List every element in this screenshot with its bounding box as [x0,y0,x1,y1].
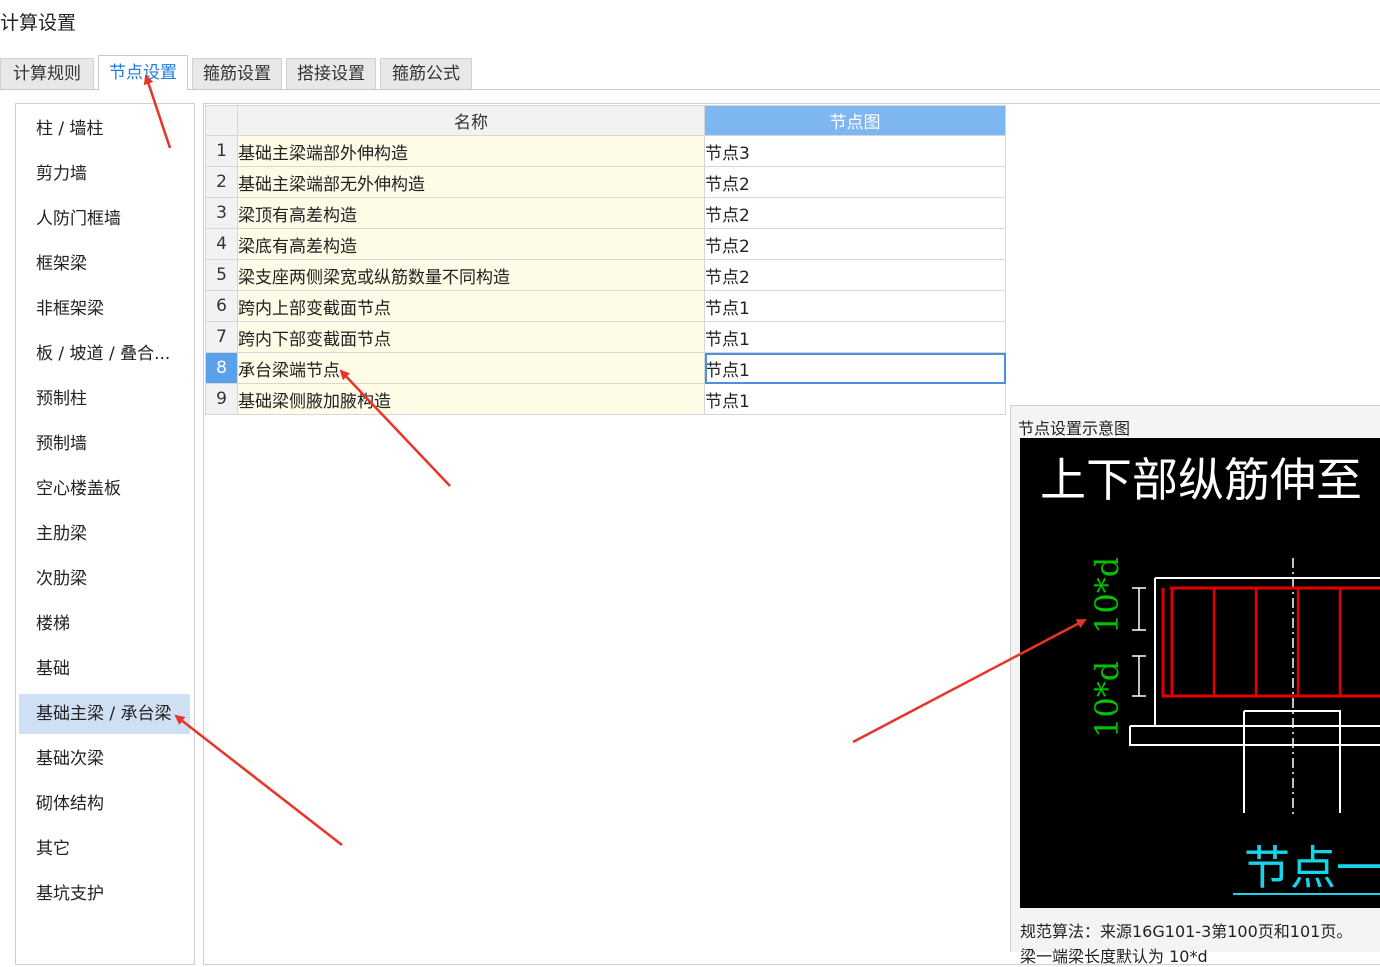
row-index: 7 [205,321,238,353]
row-index: 6 [205,290,238,322]
setting-name: 承台梁端节点 [237,352,705,384]
table-row[interactable]: 3 梁顶有高差构造 节点2 [205,197,1006,229]
node-value-cell[interactable]: 节点2 [704,166,1006,198]
node-diagram: 上下部纵筋伸至 10*d 10*d 节点一 [1020,438,1380,908]
table-row[interactable]: 4 梁底有高差构造 节点2 [205,228,1006,260]
node-value-cell[interactable]: 节点2 [704,228,1006,260]
window-title: 计算设置 [0,12,77,34]
node-value-cell[interactable]: 节点2 [704,259,1006,291]
setting-name: 梁底有高差构造 [237,228,705,260]
setting-name: 梁顶有高差构造 [237,197,705,229]
node-value-cell[interactable]: 节点3 [704,135,1006,167]
rule-source-text: 规范算法：来源16G101-3第100页和101页。 [1020,922,1353,941]
preview-title: 节点设置示意图 [1018,419,1131,438]
row-index: 4 [205,228,238,260]
tab-calc-rules[interactable]: 计算规则 [0,58,94,89]
sidebar-item-foundation[interactable]: 基础 [19,649,190,689]
dimension-lower: 10*d [1088,661,1126,738]
dimension-upper: 10*d [1088,557,1126,634]
node-value-cell[interactable]: 节点1 [704,321,1006,353]
setting-name: 基础主梁端部无外伸构造 [237,166,705,198]
sidebar-item-precast-wall[interactable]: 预制墙 [19,424,190,464]
row-index: 3 [205,197,238,229]
node-settings-table: 名称 节点图 1 基础主梁端部外伸构造 节点3 2 基础主梁端部无外伸构造 节点… [205,105,1006,415]
sidebar-item-hollow-floor-slab[interactable]: 空心楼盖板 [19,469,190,509]
component-type-list: 柱 / 墙柱 剪力墙 人防门框墙 框架梁 非框架梁 板 / 坡道 / 叠合...… [15,103,195,965]
setting-name: 基础主梁端部外伸构造 [237,135,705,167]
table-row[interactable]: 9 基础梁侧腋加腋构造 节点1 [205,383,1006,415]
table-row[interactable]: 7 跨内下部变截面节点 节点1 [205,321,1006,353]
header-corner-cell [205,105,238,136]
sidebar-item-secondary-rib-beam[interactable]: 次肋梁 [19,559,190,599]
table-row[interactable]: 1 基础主梁端部外伸构造 节点3 [205,135,1006,167]
tab-bar: 计算规则 节点设置 箍筋设置 搭接设置 箍筋公式 [0,55,1380,90]
table-row[interactable]: 2 基础主梁端部无外伸构造 节点2 [205,166,1006,198]
row-index: 9 [205,383,238,415]
node-value-cell[interactable]: 节点2 [704,197,1006,229]
node-preview-panel: 节点设置示意图 上下部纵筋伸至 10*d 10*d 节点一 规范算法：来源16G… [1010,405,1380,966]
setting-name: 梁支座两侧梁宽或纵筋数量不同构造 [237,259,705,291]
table-header-row: 名称 节点图 [205,105,1006,136]
row-index: 8 [205,352,238,384]
row-index: 1 [205,135,238,167]
tab-node-settings[interactable]: 节点设置 [98,55,188,90]
sidebar-item-shear-wall[interactable]: 剪力墙 [19,154,190,194]
sidebar-item-main-rib-beam[interactable]: 主肋梁 [19,514,190,554]
sidebar-item-slab-ramp[interactable]: 板 / 坡道 / 叠合... [19,334,190,374]
sidebar-item-frame-beam[interactable]: 框架梁 [19,244,190,284]
setting-name: 基础梁侧腋加腋构造 [237,383,705,415]
node-value-cell-selected[interactable]: 节点1 [704,352,1006,384]
sidebar-item-non-frame-beam[interactable]: 非框架梁 [19,289,190,329]
table-row-selected[interactable]: 8 承台梁端节点 节点1 [205,352,1006,384]
sidebar-item-foundation-main-beam[interactable]: 基础主梁 / 承台梁 [19,694,190,734]
beam-outline [1154,577,1380,727]
row-index: 5 [205,259,238,291]
node-value-cell[interactable]: 节点1 [704,290,1006,322]
diagram-heading: 上下部纵筋伸至 [1040,453,1362,507]
tab-lap-settings[interactable]: 搭接设置 [286,58,376,89]
diagram-caption: 节点一 [1244,841,1380,895]
dimension-lines [1132,587,1146,697]
sidebar-item-precast-column[interactable]: 预制柱 [19,379,190,419]
longitudinal-rebar [1161,586,1380,698]
column-header-node[interactable]: 节点图 [704,105,1006,136]
sidebar-item-foundation-pit-support[interactable]: 基坑支护 [19,874,190,914]
row-index: 2 [205,166,238,198]
sidebar-item-civil-defense-door-frame-wall[interactable]: 人防门框墙 [19,199,190,239]
sidebar-item-other[interactable]: 其它 [19,829,190,869]
tab-stirrup-settings[interactable]: 箍筋设置 [192,58,282,89]
setting-name: 跨内下部变截面节点 [237,321,705,353]
rule-source-text-2: 梁一端梁长度默认为 10*d [1020,947,1208,966]
column-header-name[interactable]: 名称 [237,105,705,136]
tab-stirrup-formula[interactable]: 箍筋公式 [380,58,472,89]
sidebar-item-masonry[interactable]: 砌体结构 [19,784,190,824]
sidebar-item-column[interactable]: 柱 / 墙柱 [19,109,190,149]
setting-name: 跨内上部变截面节点 [237,290,705,322]
table-row[interactable]: 6 跨内上部变截面节点 节点1 [205,290,1006,322]
table-row[interactable]: 5 梁支座两侧梁宽或纵筋数量不同构造 节点2 [205,259,1006,291]
sidebar-item-stairs[interactable]: 楼梯 [19,604,190,644]
cap-outline [1129,725,1380,746]
sidebar-item-foundation-secondary-beam[interactable]: 基础次梁 [19,739,190,779]
node-value-cell[interactable]: 节点1 [704,383,1006,415]
